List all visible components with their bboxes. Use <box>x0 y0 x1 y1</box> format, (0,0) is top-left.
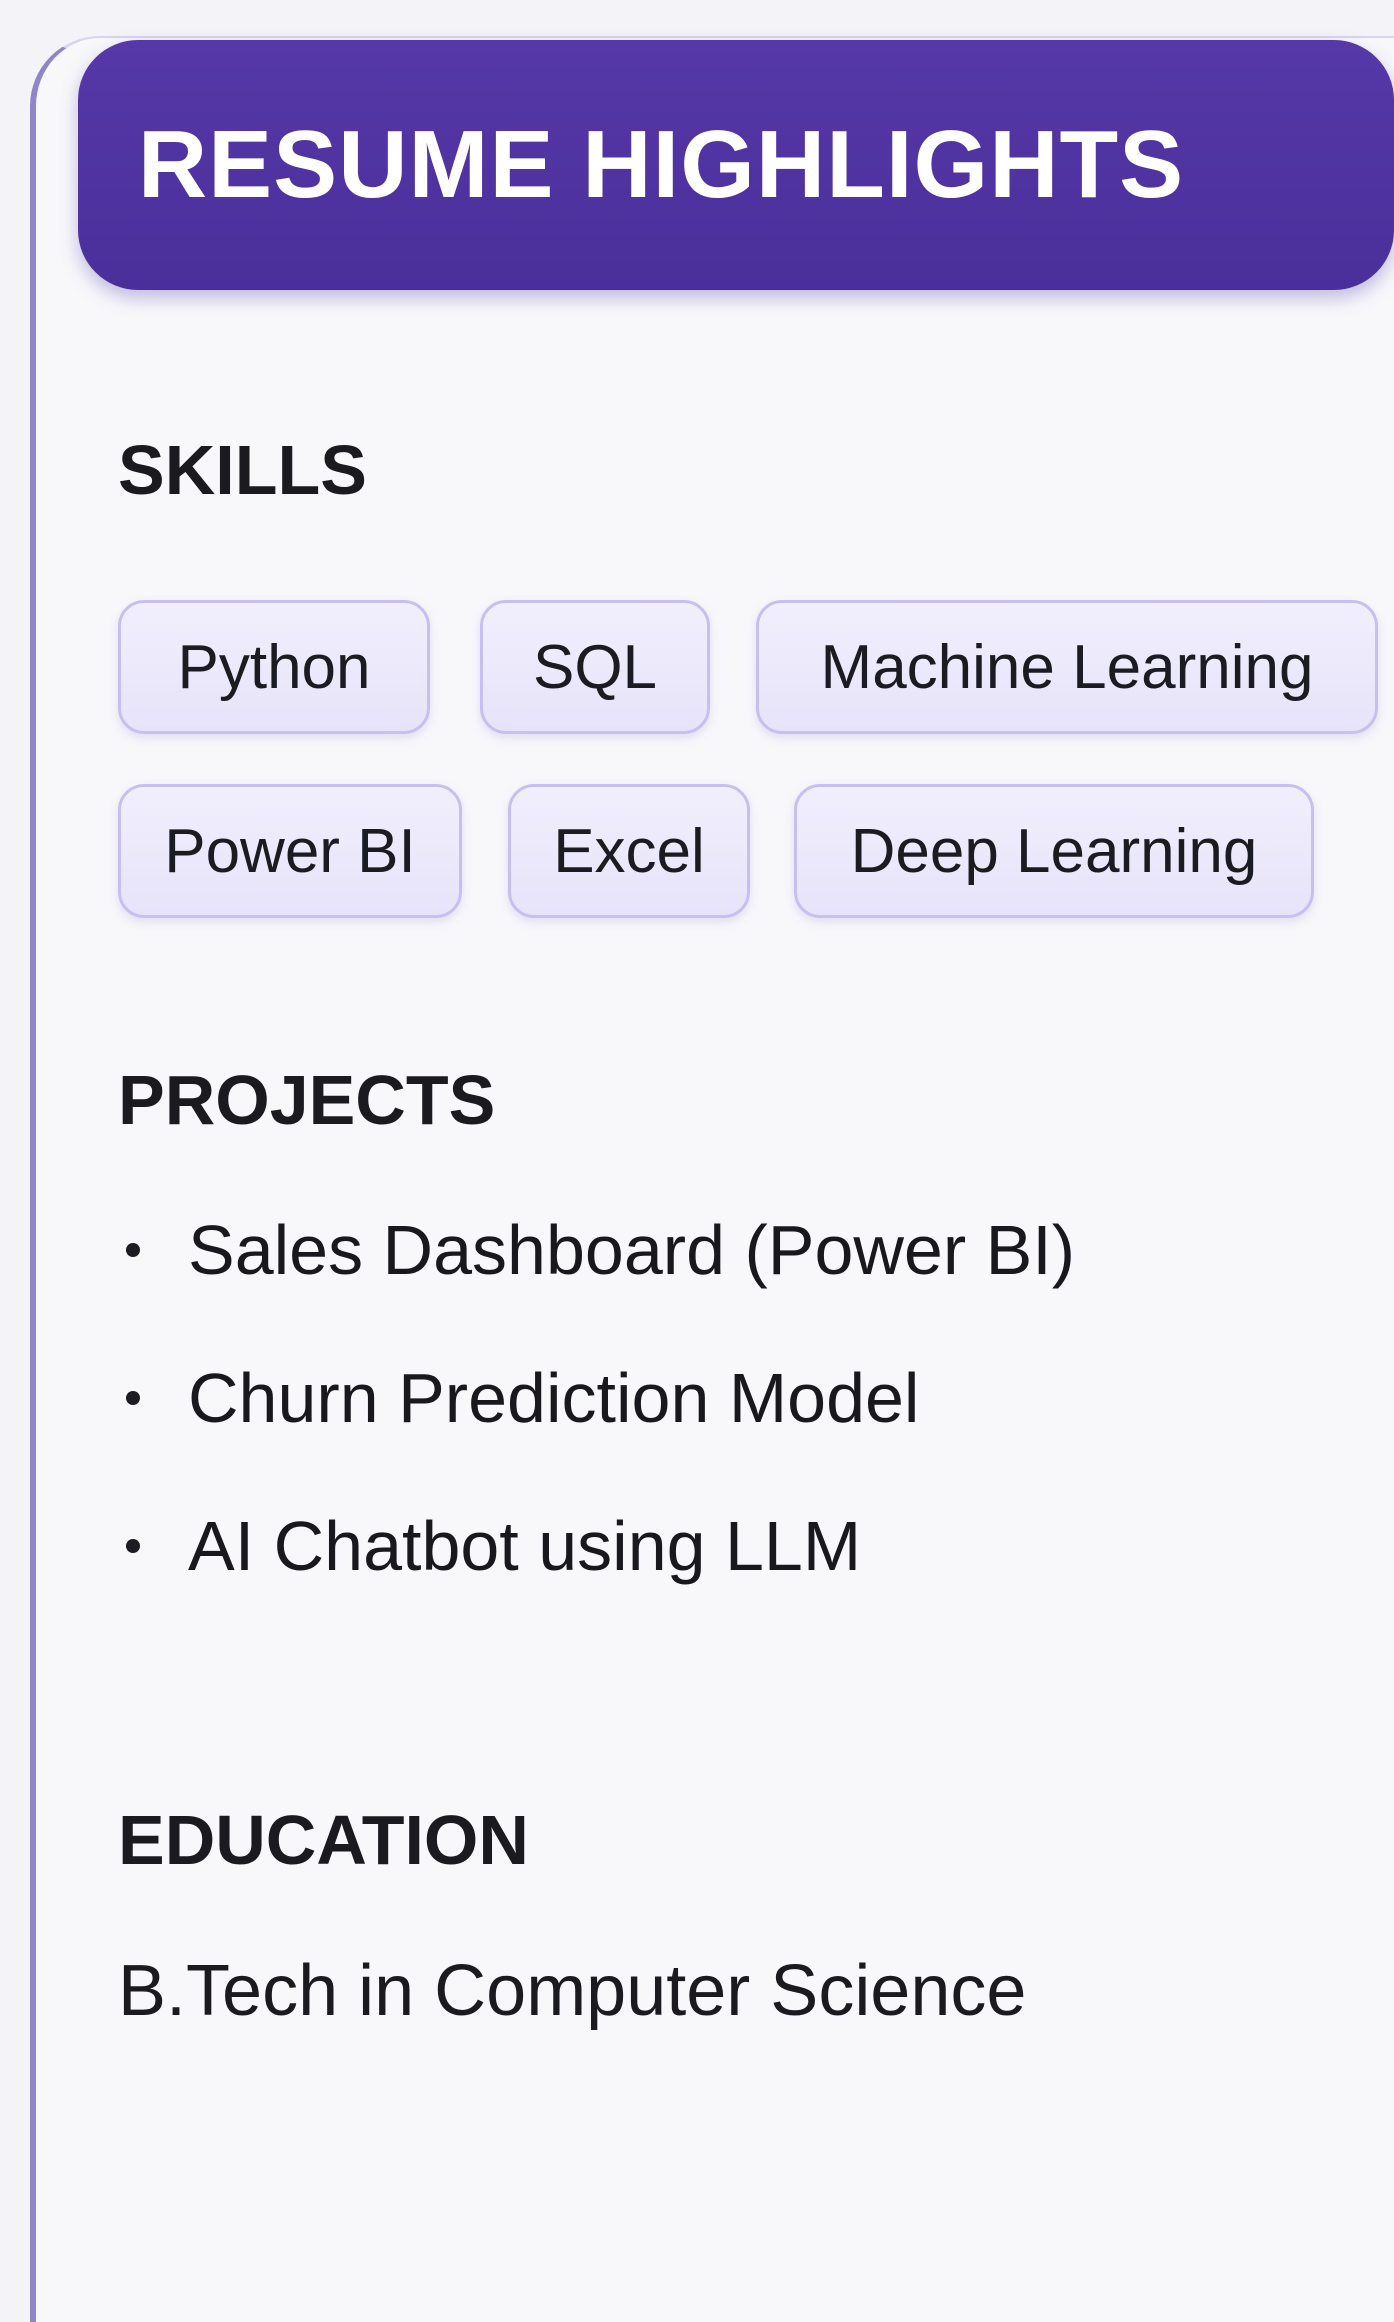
bullet-icon <box>126 1391 140 1405</box>
projects-title: PROJECTS <box>118 1061 496 1139</box>
education-degree: B.Tech in Computer Science <box>118 1951 1027 2031</box>
project-label: Sales Dashboard (Power BI) <box>188 1211 1076 1289</box>
skills-title: SKILLS <box>118 431 367 509</box>
education-title: EDUCATION <box>118 1801 529 1879</box>
skill-chip-python[interactable]: Python <box>118 600 430 734</box>
resume-header: RESUME HIGHLIGHTS <box>78 40 1394 290</box>
project-label: Churn Prediction Model <box>188 1359 920 1437</box>
skill-chip-sql[interactable]: SQL <box>480 600 710 734</box>
project-label: AI Chatbot using LLM <box>188 1507 862 1585</box>
skill-chip-excel[interactable]: Excel <box>508 784 750 918</box>
skill-chip-power-bi[interactable]: Power BI <box>118 784 462 918</box>
header-title: RESUME HIGHLIGHTS <box>137 111 1185 218</box>
skill-chip-machine-learning[interactable]: Machine Learning <box>756 600 1378 734</box>
project-item: Churn Prediction Model <box>126 1358 919 1438</box>
skill-chip-deep-learning[interactable]: Deep Learning <box>794 784 1314 918</box>
bullet-icon <box>126 1243 140 1257</box>
project-item: AI Chatbot using LLM <box>126 1506 861 1586</box>
bullet-icon <box>126 1539 140 1553</box>
project-item: Sales Dashboard (Power BI) <box>126 1210 1075 1290</box>
